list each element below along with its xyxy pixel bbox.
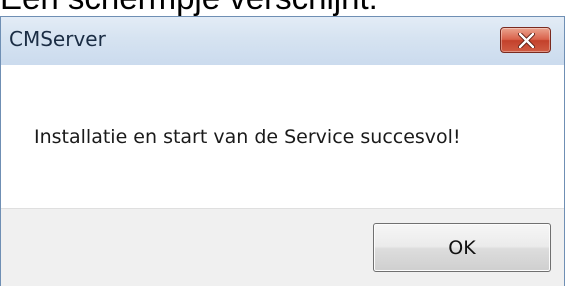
close-x-icon: [518, 33, 535, 48]
page: Een schermpje verschijnt: CMServer Insta…: [0, 0, 565, 286]
dialog-titlebar[interactable]: CMServer: [1, 17, 564, 65]
dialog-message: Installatie en start van de Service succ…: [34, 126, 461, 148]
message-dialog: CMServer Installatie en start van de Ser…: [0, 16, 565, 286]
ok-button[interactable]: OK: [373, 223, 551, 272]
dialog-button-area: OK: [1, 208, 564, 286]
dialog-content: Installatie en start van de Service succ…: [1, 65, 564, 286]
cropped-page-heading: Een schermpje verschijnt:: [0, 0, 565, 16]
close-button[interactable]: [500, 27, 551, 53]
dialog-title: CMServer: [9, 27, 106, 51]
